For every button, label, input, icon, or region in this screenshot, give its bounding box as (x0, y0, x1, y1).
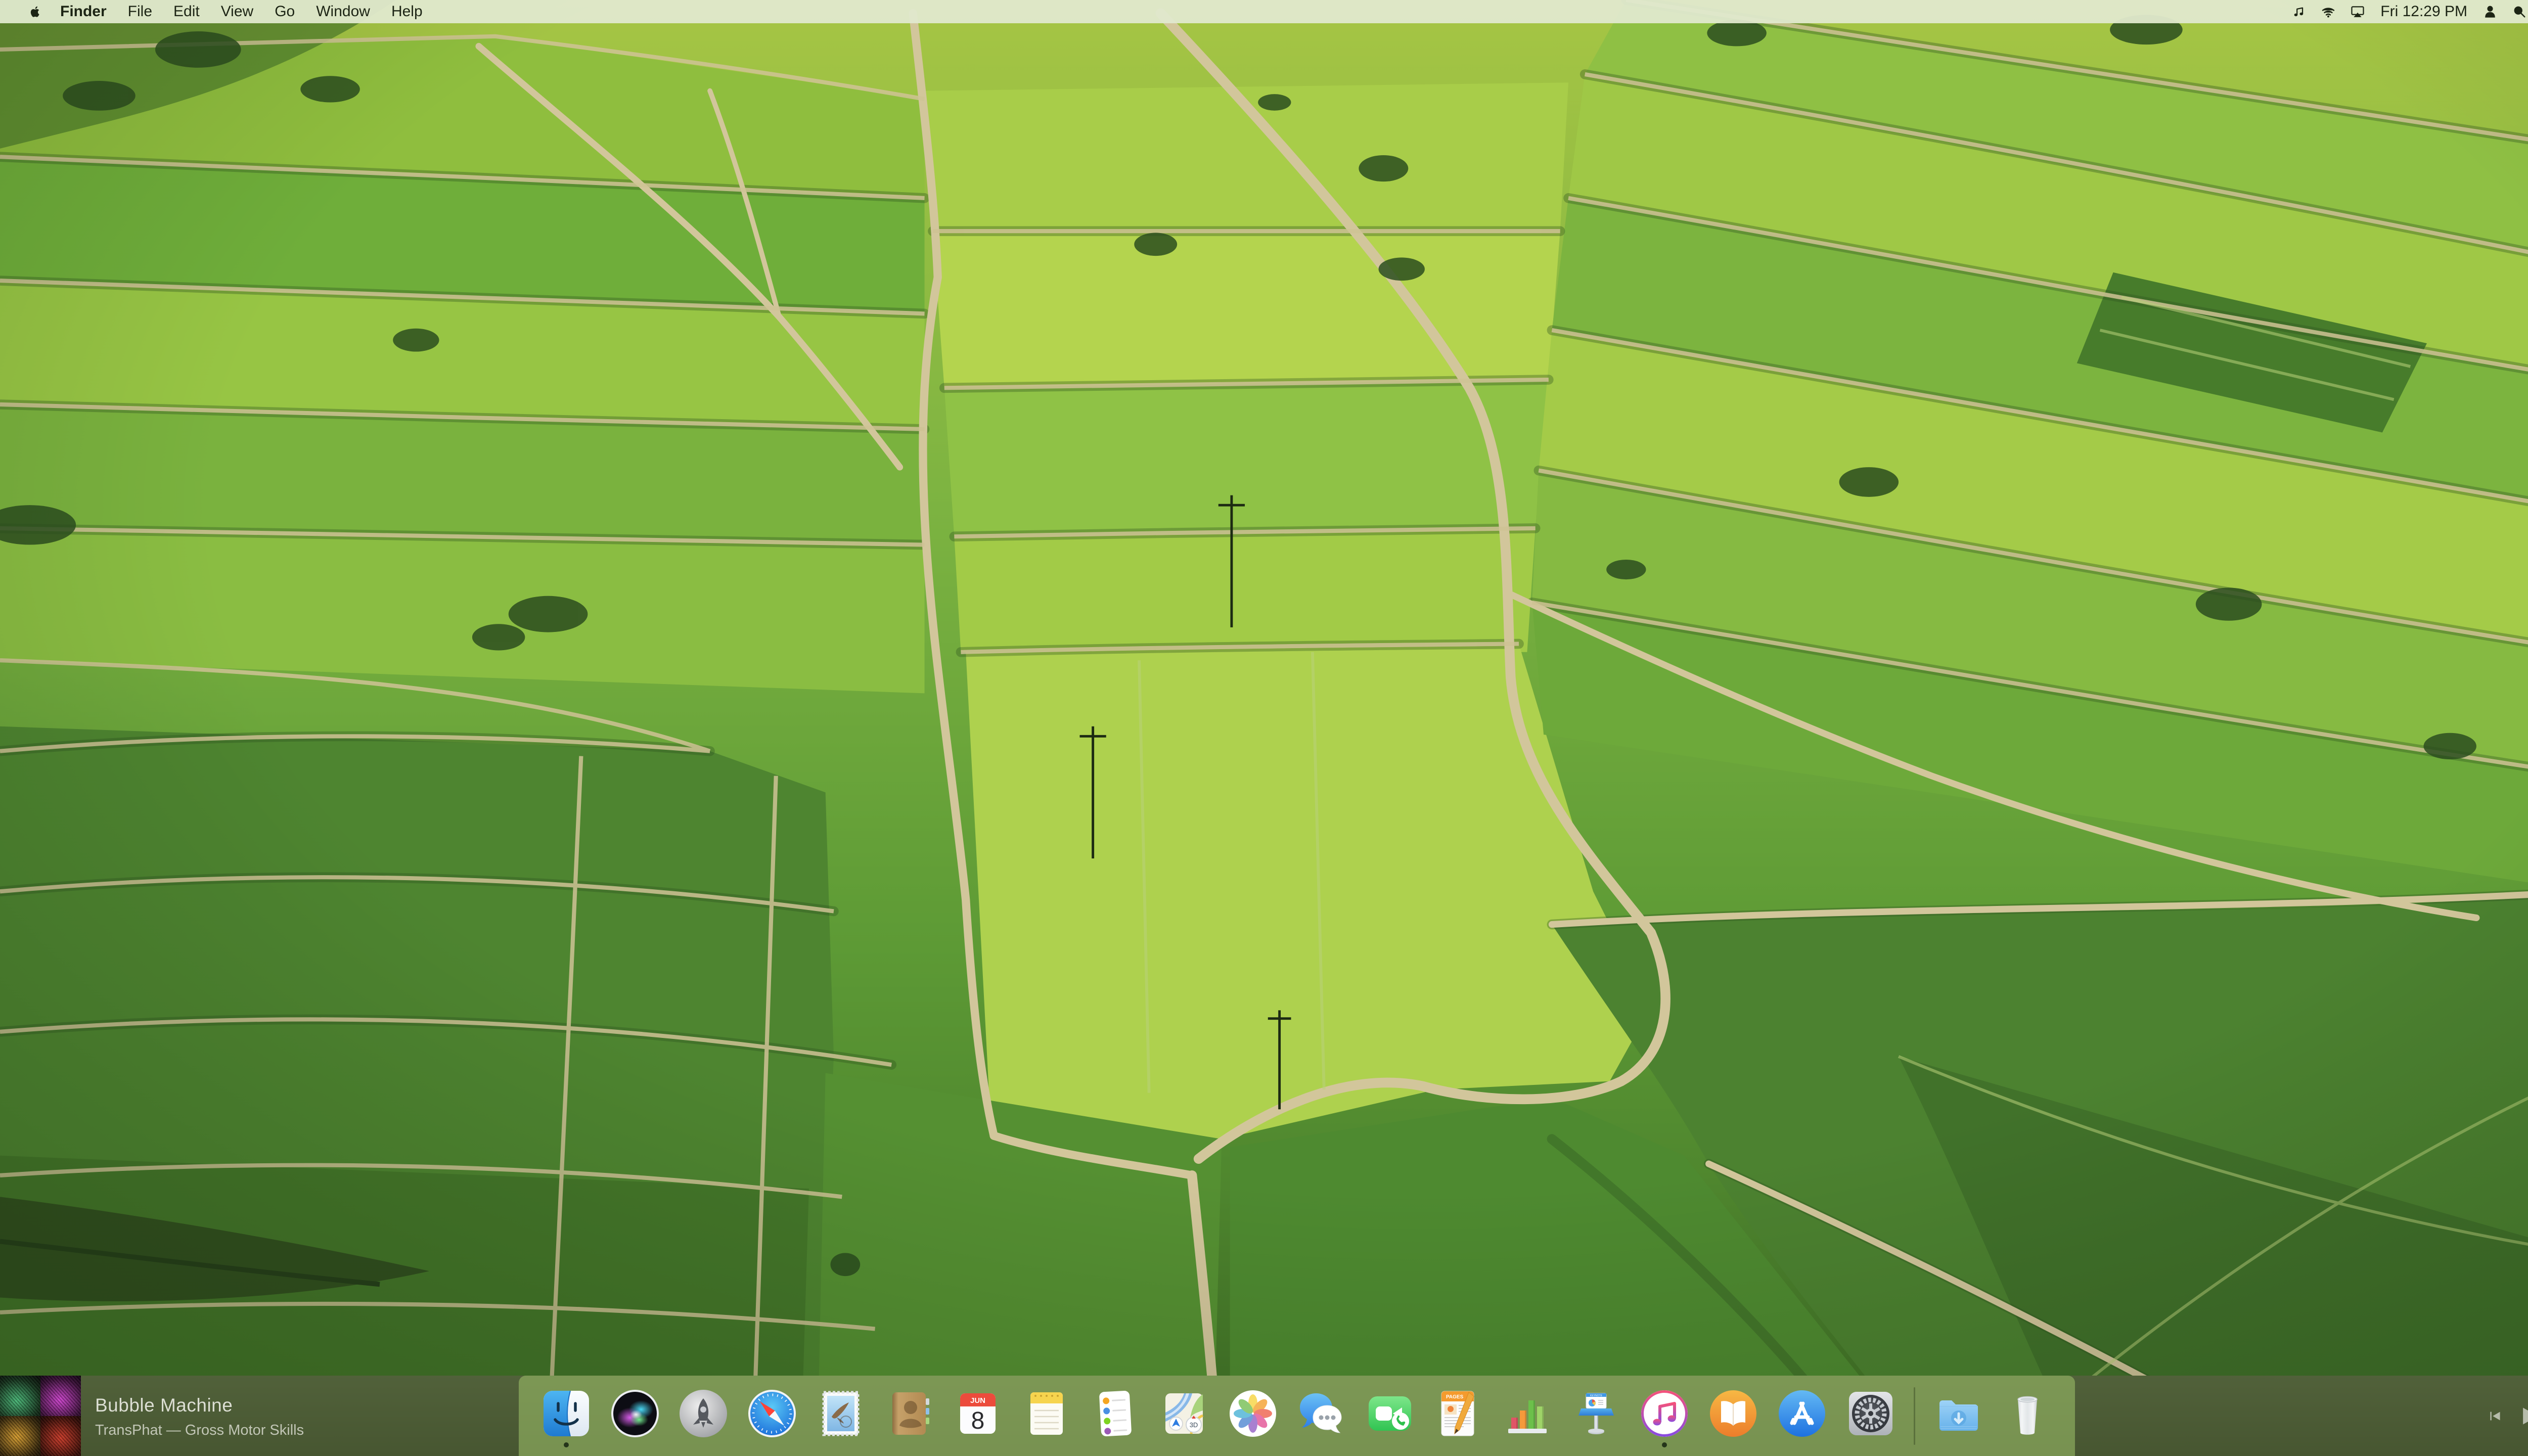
airplay-status[interactable] (2343, 0, 2372, 23)
dock-item-messages[interactable] (1296, 1388, 1346, 1439)
dock-item-appstore[interactable] (1777, 1388, 1827, 1439)
notes-icon (1021, 1388, 1072, 1439)
itunes-note-icon (1639, 1388, 1690, 1439)
dock-item-contacts[interactable] (884, 1388, 935, 1439)
dock-item-safari[interactable] (747, 1388, 797, 1439)
dock-item-system-preferences[interactable] (1845, 1388, 1896, 1439)
now-playing-status[interactable] (2284, 0, 2314, 23)
dock: JUN 8 (519, 1376, 2075, 1456)
pages-icon: PAGES (1433, 1388, 1484, 1439)
facetime-camera-icon (1365, 1388, 1415, 1439)
pages-label: PAGES (1446, 1394, 1464, 1400)
dock-item-calendar[interactable]: JUN 8 (953, 1388, 1003, 1439)
play-button[interactable] (2518, 1404, 2528, 1428)
desktop: { "menu_bar": { "app_name": "Finder", "m… (0, 0, 2528, 1456)
menu-help[interactable]: Help (381, 0, 433, 23)
now-playing-bar: Bubble Machine TransPhat — Gross Motor S… (0, 1376, 2528, 1456)
menu-bar-status: Fri 12:29 PM (2284, 0, 2528, 23)
dock-item-keynote[interactable]: KEYNOTE (1571, 1388, 1621, 1439)
album-art-quadrant (0, 1376, 40, 1416)
keynote-label: KEYNOTE (1590, 1394, 1603, 1397)
menu-go[interactable]: Go (264, 0, 305, 23)
dock-item-photos[interactable] (1228, 1388, 1278, 1439)
downloads-folder-icon (1933, 1388, 1984, 1439)
calendar-day-label: 8 (971, 1407, 985, 1434)
trash-icon (2002, 1388, 2053, 1439)
playback-controls (2488, 1376, 2528, 1456)
finder-icon (541, 1388, 592, 1439)
music-note-icon (2291, 4, 2307, 20)
dock-item-ibooks[interactable] (1708, 1388, 1758, 1439)
album-art-quadrant (40, 1416, 81, 1456)
dock-item-mail[interactable] (816, 1388, 866, 1439)
previous-track-button[interactable] (2488, 1408, 2503, 1424)
play-icon (2518, 1404, 2528, 1428)
user-icon (2482, 4, 2498, 20)
launchpad-rocket-icon (678, 1388, 729, 1439)
menu-bar-clock[interactable]: Fri 12:29 PM (2372, 3, 2475, 20)
dock-item-notes[interactable] (1021, 1388, 1072, 1439)
dock-item-reminders[interactable] (1090, 1388, 1141, 1439)
apple-menu[interactable] (20, 0, 50, 23)
dock-item-launchpad[interactable] (678, 1388, 729, 1439)
album-art-quadrant (0, 1416, 40, 1456)
menu-view[interactable]: View (210, 0, 264, 23)
album-art-quadrant (40, 1376, 81, 1416)
keynote-podium-icon: KEYNOTE (1571, 1388, 1621, 1439)
search-icon (2511, 4, 2527, 20)
track-artist-album: TransPhat — Gross Motor Skills (95, 1422, 304, 1439)
wifi-icon (2320, 4, 2336, 20)
wifi-status[interactable] (2314, 0, 2343, 23)
now-playing-info: Bubble Machine TransPhat — Gross Motor S… (95, 1395, 304, 1439)
photos-flower-icon (1228, 1388, 1278, 1439)
calendar-month-label: JUN (970, 1396, 985, 1405)
numbers-chart-icon (1502, 1388, 1553, 1439)
maps-icon: 3D (1159, 1388, 1209, 1439)
menu-bar-left: Finder File Edit View Go Window Help (20, 0, 433, 23)
app-store-icon (1777, 1388, 1827, 1439)
dock-item-itunes[interactable] (1639, 1388, 1690, 1439)
dock-item-downloads[interactable] (1933, 1388, 1984, 1439)
spotlight-button[interactable] (2505, 0, 2528, 23)
safari-compass-icon (747, 1388, 797, 1439)
album-art (0, 1376, 81, 1456)
siri-icon (610, 1388, 660, 1439)
dock-item-numbers[interactable] (1502, 1388, 1553, 1439)
track-title: Bubble Machine (95, 1395, 304, 1416)
contacts-book-icon (884, 1388, 935, 1439)
dock-item-facetime[interactable] (1365, 1388, 1415, 1439)
mail-stamp-icon (816, 1388, 866, 1439)
gear-icon (1845, 1388, 1896, 1439)
menu-app-name[interactable]: Finder (50, 0, 117, 23)
reminders-icon (1090, 1388, 1141, 1439)
calendar-icon: JUN 8 (953, 1388, 1003, 1439)
dock-divider (1914, 1387, 1915, 1445)
wallpaper-image (0, 0, 2528, 1456)
messages-bubble-icon (1296, 1388, 1346, 1439)
maps-3d-label: 3D (1190, 1421, 1198, 1429)
ibooks-icon (1708, 1388, 1758, 1439)
menu-edit[interactable]: Edit (163, 0, 210, 23)
previous-track-icon (2488, 1408, 2503, 1424)
apple-logo-icon (27, 4, 43, 20)
dock-item-siri[interactable] (610, 1388, 660, 1439)
dock-item-finder[interactable] (541, 1388, 592, 1439)
dock-item-maps[interactable]: 3D (1159, 1388, 1209, 1439)
airplay-icon (2350, 4, 2366, 20)
menu-bar: Finder File Edit View Go Window Help (0, 0, 2528, 23)
menu-window[interactable]: Window (305, 0, 381, 23)
menu-file[interactable]: File (117, 0, 163, 23)
user-status[interactable] (2475, 0, 2505, 23)
dock-item-pages[interactable]: PAGES (1433, 1388, 1484, 1439)
dock-item-trash[interactable] (2002, 1388, 2053, 1439)
